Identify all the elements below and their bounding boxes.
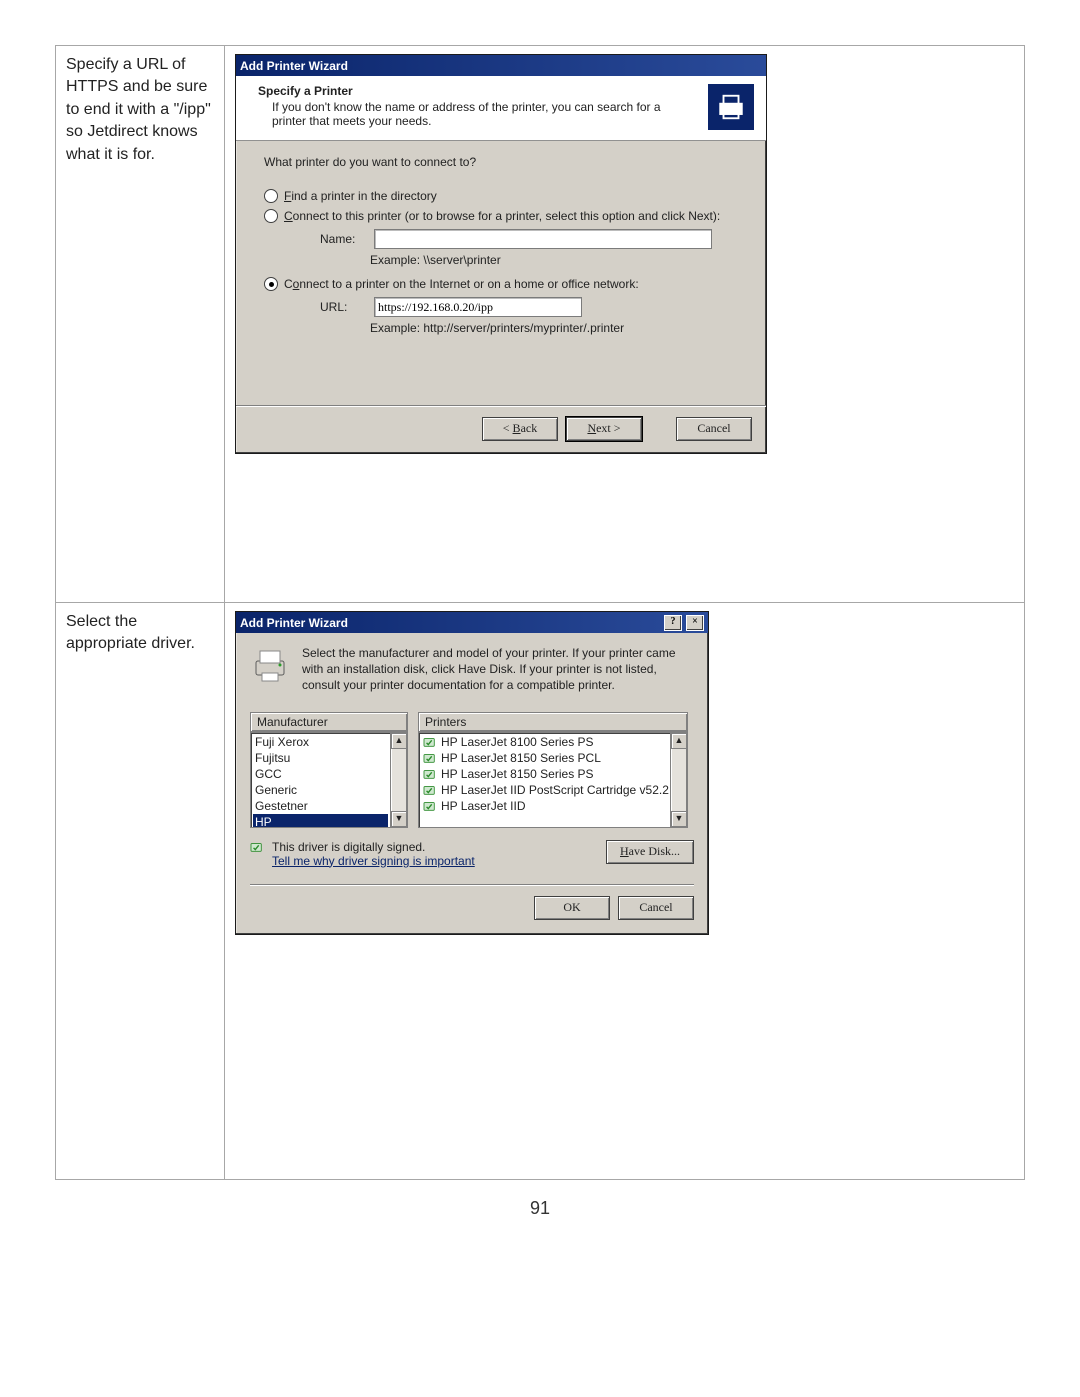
opt-url-label: Connect to a printer on the Internet or … bbox=[284, 277, 639, 291]
printer-icon bbox=[708, 84, 754, 130]
scroll-up-icon[interactable]: ▲ bbox=[391, 733, 407, 749]
manufacturer-item[interactable]: GCC bbox=[253, 766, 388, 782]
wizard1-titlebar: Add Printer Wizard bbox=[236, 55, 766, 76]
have-disk-button[interactable]: Have Disk... bbox=[606, 840, 694, 864]
manufacturer-listbox[interactable]: Fuji XeroxFujitsuGCCGenericGestetnerHP bbox=[250, 732, 391, 828]
help-icon[interactable]: ? bbox=[664, 615, 682, 631]
name-input[interactable] bbox=[374, 229, 712, 249]
ok-button[interactable]: OK bbox=[534, 896, 610, 920]
manufacturer-header[interactable]: Manufacturer bbox=[250, 712, 408, 732]
wizard1-title: Add Printer Wizard bbox=[240, 59, 348, 73]
signed-driver-icon bbox=[250, 840, 264, 854]
scroll-down-icon[interactable]: ▼ bbox=[671, 811, 687, 827]
wizard-select-driver: Add Printer Wizard ? × bbox=[235, 611, 709, 935]
url-example: Example: http://server/printers/myprinte… bbox=[370, 321, 740, 335]
manufacturer-item[interactable]: HP bbox=[253, 814, 388, 828]
back-button[interactable]: < Back bbox=[482, 417, 558, 441]
manufacturer-item[interactable]: Fuji Xerox bbox=[253, 734, 388, 750]
printer-item[interactable]: HP LaserJet IID bbox=[421, 798, 668, 814]
printer-item[interactable]: HP LaserJet 8150 Series PCL bbox=[421, 750, 668, 766]
opt-find-label: Find a printer in the directory bbox=[284, 189, 437, 203]
printers-listbox[interactable]: HP LaserJet 8100 Series PSHP LaserJet 81… bbox=[418, 732, 671, 828]
wizard2-intro: Select the manufacturer and model of you… bbox=[302, 645, 694, 694]
signed-driver-icon bbox=[423, 766, 437, 782]
scrollbar[interactable]: ▲ ▼ bbox=[391, 732, 408, 828]
name-label: Name: bbox=[320, 232, 364, 246]
name-example: Example: \\server\printer bbox=[370, 253, 740, 267]
cancel-button[interactable]: Cancel bbox=[676, 417, 752, 441]
printers-header[interactable]: Printers bbox=[418, 712, 688, 732]
printer-icon bbox=[250, 645, 290, 685]
radio-connect-printer[interactable] bbox=[264, 209, 278, 223]
wizard1-header: Specify a Printer If you don't know the … bbox=[236, 76, 766, 141]
wizard1-subheading: If you don't know the name or address of… bbox=[272, 100, 690, 128]
opt-connect-label: Connect to this printer (or to browse fo… bbox=[284, 209, 720, 223]
radio-find-directory[interactable] bbox=[264, 189, 278, 203]
printer-item[interactable]: HP LaserJet 8150 Series PS bbox=[421, 766, 668, 782]
scrollbar[interactable]: ▲ ▼ bbox=[671, 732, 688, 828]
signed-text: This driver is digitally signed. bbox=[272, 840, 475, 854]
wizard1-prompt: What printer do you want to connect to? bbox=[264, 155, 740, 169]
printer-item[interactable]: HP LaserJet IID PostScript Cartridge v52… bbox=[421, 782, 668, 798]
signed-driver-icon bbox=[423, 734, 437, 750]
wizard2-titlebar: Add Printer Wizard ? × bbox=[236, 612, 708, 633]
signed-driver-icon bbox=[423, 782, 437, 798]
row2-screenshot-cell: Add Printer Wizard ? × bbox=[225, 603, 1025, 1180]
wizard-specify-printer: Add Printer Wizard Specify a Printer If … bbox=[235, 54, 767, 454]
manufacturer-item[interactable]: Fujitsu bbox=[253, 750, 388, 766]
cancel-button[interactable]: Cancel bbox=[618, 896, 694, 920]
row1-instruction: Specify a URL of HTTPS and be sure to en… bbox=[56, 46, 225, 603]
wizard1-heading: Specify a Printer bbox=[258, 84, 690, 98]
page-number: 91 bbox=[55, 1180, 1025, 1219]
next-button[interactable]: Next > bbox=[566, 417, 642, 441]
close-icon[interactable]: × bbox=[686, 615, 704, 631]
printer-item[interactable]: HP LaserJet 8100 Series PS bbox=[421, 734, 668, 750]
signed-driver-icon bbox=[423, 798, 437, 814]
row1-screenshot-cell: Add Printer Wizard Specify a Printer If … bbox=[225, 46, 1025, 603]
scroll-down-icon[interactable]: ▼ bbox=[391, 811, 407, 827]
url-label: URL: bbox=[320, 300, 364, 314]
driver-signing-link[interactable]: Tell me why driver signing is important bbox=[272, 854, 475, 868]
manufacturer-item[interactable]: Generic bbox=[253, 782, 388, 798]
row2-instruction: Select the appropriate driver. bbox=[56, 603, 225, 1180]
signed-driver-icon bbox=[423, 750, 437, 766]
url-input[interactable] bbox=[374, 297, 582, 317]
scroll-up-icon[interactable]: ▲ bbox=[671, 733, 687, 749]
manufacturer-item[interactable]: Gestetner bbox=[253, 798, 388, 814]
radio-internet-printer[interactable] bbox=[264, 277, 278, 291]
wizard2-title: Add Printer Wizard bbox=[240, 616, 348, 630]
